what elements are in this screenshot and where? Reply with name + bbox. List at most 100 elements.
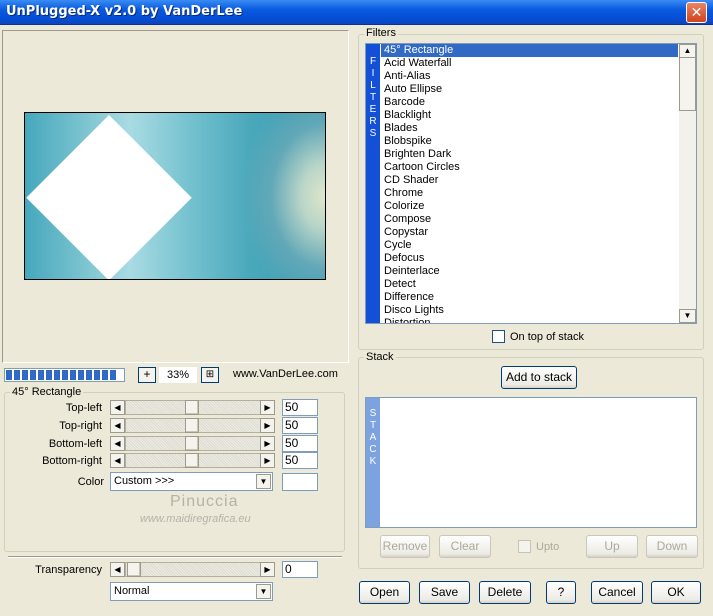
slider-top-left-right-arrow[interactable]: ▶ <box>260 400 275 415</box>
filter-item[interactable]: Brighten Dark <box>381 148 678 161</box>
transparency-thumb[interactable] <box>127 562 141 577</box>
up-button[interactable]: Up <box>586 535 638 558</box>
progress-segment <box>94 370 100 380</box>
slider-bottom-right-right-arrow[interactable]: ▶ <box>260 453 275 468</box>
help-button[interactable]: ? <box>546 581 576 604</box>
filter-item[interactable]: Cycle <box>381 239 678 252</box>
clear-button[interactable]: Clear <box>439 535 491 558</box>
filters-side-letter: F <box>369 56 377 67</box>
filters-scroll-down-button[interactable]: ▼ <box>679 309 696 323</box>
bottom-left-input[interactable]: 50 <box>282 435 318 452</box>
blend-mode-dropdown-arrow[interactable]: ▼ <box>256 584 271 599</box>
filter-item[interactable]: Blacklight <box>381 109 678 122</box>
filters-items[interactable]: 45° Rectangle Acid Waterfall Anti-Alias Aut… <box>381 44 678 323</box>
close-icon: ✕ <box>690 4 703 20</box>
slider-bottom-left-right-arrow[interactable]: ▶ <box>260 436 275 451</box>
preview-image[interactable] <box>24 112 326 280</box>
progress-segment <box>30 370 36 380</box>
progress-segment <box>86 370 92 380</box>
filter-item[interactable]: Chrome <box>381 187 678 200</box>
filters-side-letter: S <box>369 128 377 139</box>
filter-item[interactable]: Blobspike <box>381 135 678 148</box>
stack-list[interactable] <box>365 397 697 528</box>
filter-item[interactable]: Colorize <box>381 200 678 213</box>
progress-segment <box>70 370 76 380</box>
preview-diamond <box>26 115 192 279</box>
transparency-track[interactable] <box>125 562 261 577</box>
slider-label-bottom-right: Bottom-right <box>42 455 102 467</box>
watermark-name: Pinuccia <box>170 493 239 510</box>
down-button[interactable]: Down <box>646 535 698 558</box>
ok-button[interactable]: OK <box>651 581 701 604</box>
filters-side-letter: E <box>369 104 377 115</box>
stack-side-letter: T <box>369 420 377 431</box>
stack-group-label: Stack <box>364 351 396 363</box>
transparency-right-arrow[interactable]: ▶ <box>260 562 275 577</box>
top-left-input[interactable]: 50 <box>282 399 318 416</box>
on-top-of-stack-checkbox[interactable] <box>492 330 505 343</box>
color-select-value: Custom >>> <box>114 475 175 487</box>
zoom-value: 33% <box>159 367 197 383</box>
filters-side-letter: I <box>371 68 375 79</box>
slider-label-top-right: Top-right <box>59 420 102 432</box>
filter-item[interactable]: Acid Waterfall <box>381 57 678 70</box>
filter-item[interactable]: Deinterlace <box>381 265 678 278</box>
slider-top-left-thumb[interactable] <box>185 400 199 415</box>
color-select[interactable]: Custom >>> <box>110 472 273 491</box>
website-link[interactable]: www.VanDerLee.com <box>233 368 338 380</box>
upto-checkbox[interactable] <box>518 540 531 553</box>
on-top-of-stack-label: On top of stack <box>510 331 584 343</box>
filter-item[interactable]: Blades <box>381 122 678 135</box>
filters-side-letter: T <box>369 92 377 103</box>
bottom-right-input[interactable]: 50 <box>282 452 318 469</box>
slider-bottom-right-left-arrow[interactable]: ◀ <box>110 453 125 468</box>
stack-side-letter: K <box>369 456 377 467</box>
save-button[interactable]: Save <box>419 581 470 604</box>
filter-item[interactable]: Cartoon Circles <box>381 161 678 174</box>
delete-button[interactable]: Delete <box>479 581 531 604</box>
filter-item[interactable]: Distortion <box>381 317 678 323</box>
slider-top-right-thumb[interactable] <box>185 418 199 433</box>
slider-bottom-right-thumb[interactable] <box>185 453 199 468</box>
filter-item[interactable]: CD Shader <box>381 174 678 187</box>
filter-item[interactable]: 45° Rectangle <box>381 44 678 57</box>
close-button[interactable]: ✕ <box>686 2 707 23</box>
progress-segment <box>78 370 84 380</box>
filter-item[interactable]: Detect <box>381 278 678 291</box>
progress-segment <box>14 370 20 380</box>
upto-label: Upto <box>536 541 560 553</box>
progress-segment <box>102 370 108 380</box>
remove-button[interactable]: Remove <box>380 535 430 558</box>
filter-item[interactable]: Defocus <box>381 252 678 265</box>
filter-item[interactable]: Anti-Alias <box>381 70 678 83</box>
filter-item[interactable]: Compose <box>381 213 678 226</box>
filters-scroll-up-button[interactable]: ▲ <box>679 44 696 58</box>
blend-mode-value: Normal <box>114 585 150 597</box>
color-dropdown-arrow[interactable]: ▼ <box>256 474 271 489</box>
blend-mode-select[interactable]: Normal <box>110 582 273 601</box>
filters-scroll-thumb[interactable] <box>679 57 696 111</box>
watermark-url: www.maidiregrafica.eu <box>140 513 251 525</box>
slider-top-right-right-arrow[interactable]: ▶ <box>260 418 275 433</box>
slider-bottom-left-thumb[interactable] <box>185 436 199 451</box>
zoom-in-button[interactable]: + <box>138 367 156 383</box>
cancel-button[interactable]: Cancel <box>591 581 643 604</box>
top-right-input[interactable]: 50 <box>282 417 318 434</box>
transparency-input[interactable]: 0 <box>282 561 318 578</box>
filters-side-label: FILTERS <box>366 44 380 323</box>
slider-top-left-left-arrow[interactable]: ◀ <box>110 400 125 415</box>
slider-top-right-left-arrow[interactable]: ◀ <box>110 418 125 433</box>
filter-item[interactable]: Auto Ellipse <box>381 83 678 96</box>
slider-bottom-left-left-arrow[interactable]: ◀ <box>110 436 125 451</box>
transparency-left-arrow[interactable]: ◀ <box>110 562 125 577</box>
zoom-fit-button[interactable]: ⊞ <box>201 367 219 383</box>
filter-item[interactable]: Difference <box>381 291 678 304</box>
color-swatch[interactable] <box>282 473 318 491</box>
filter-item[interactable]: Copystar <box>381 226 678 239</box>
progress-segment <box>110 370 116 380</box>
open-button[interactable]: Open <box>359 581 410 604</box>
filters-side-letter: L <box>370 80 376 91</box>
add-to-stack-button[interactable]: Add to stack <box>501 366 577 389</box>
filter-item[interactable]: Barcode <box>381 96 678 109</box>
filter-item[interactable]: Disco Lights <box>381 304 678 317</box>
